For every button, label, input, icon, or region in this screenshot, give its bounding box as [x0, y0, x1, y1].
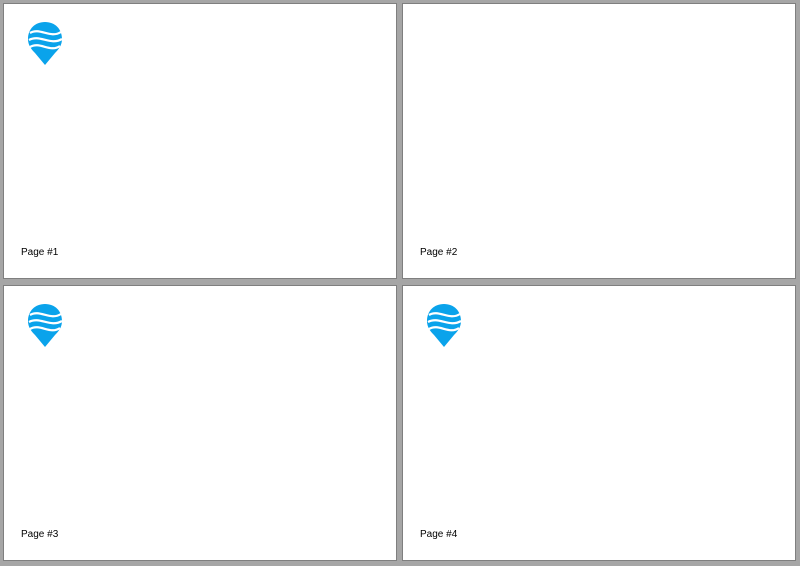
page-label: Page #4	[420, 529, 458, 540]
page-3[interactable]: Page #3	[3, 285, 397, 561]
page-1[interactable]: Page #1	[3, 3, 397, 279]
page-4[interactable]: Page #4	[402, 285, 796, 561]
page-label: Page #1	[21, 247, 59, 258]
location-pin-logo-icon	[28, 304, 63, 347]
location-pin-logo-icon	[28, 22, 63, 65]
page-label: Page #2	[420, 247, 458, 258]
document-viewer[interactable]: Page #1 Page #2 Page #3 Page #4	[0, 0, 800, 566]
location-pin-logo-icon	[427, 304, 462, 347]
page-2[interactable]: Page #2	[402, 3, 796, 279]
page-label: Page #3	[21, 529, 59, 540]
